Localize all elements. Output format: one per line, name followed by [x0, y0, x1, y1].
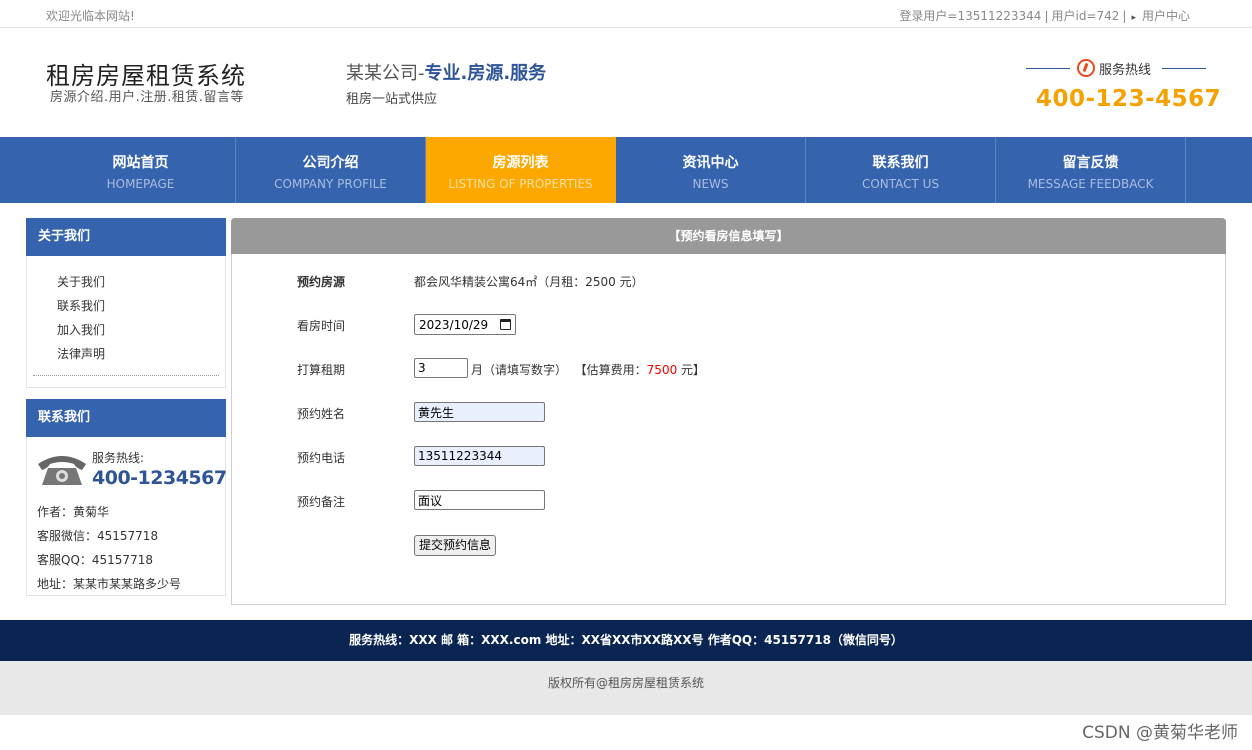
site-header: 租房房屋租赁系统 房源介绍.用户.注册.租赁.留言等 某某公司-专业.房源.服务… [0, 29, 1252, 137]
company-slogan: 某某公司-专业.房源.服务 [346, 59, 546, 85]
nav-item-label: 留言反馈 [1062, 155, 1119, 171]
nav-item-sublabel: CONTACT US [861, 177, 940, 191]
contact-box: 联系我们 服务热线: 400-1234567 作者：黄菊华 客服微信：45157… [26, 399, 227, 596]
about-link-join[interactable]: 加入我们 [33, 318, 219, 342]
date-label: 看房时间 [297, 319, 346, 333]
footer-copyright: 版权所有@租房房屋租赁系统 [0, 661, 1252, 715]
nav-item-sublabel: LISTING OF PROPERTIES [448, 177, 593, 191]
telephone-icon [38, 456, 86, 485]
booking-form-title: 【预约看房信息填写】 [231, 218, 1226, 254]
date-value: 2023/10/29 [419, 317, 489, 332]
welcome-text: 欢迎光临本网站! [46, 9, 135, 23]
property-value: 都会风华精装公寓64㎡（月租：2500 元） [414, 275, 644, 289]
hotline-label: 服务热线 [1026, 58, 1206, 78]
author-text: 作者：黄菊华 [37, 505, 110, 519]
divider-line [1162, 68, 1206, 69]
property-row: 预约房源 都会风华精装公寓64㎡（月租：2500 元） [232, 269, 1225, 293]
nav-item-sublabel: COMPANY PROFILE [274, 177, 387, 191]
nav-item-sublabel: HOMEPAGE [106, 177, 175, 191]
user-info: 登录用户=13511223344 | 用户id=742 | ▸ 用户中心 [899, 9, 1190, 23]
calendar-icon[interactable] [500, 319, 511, 330]
about-box: 关于我们 关于我们 联系我们 加入我们 法律声明 [26, 218, 226, 388]
chevron-right-icon: ▸ [1131, 13, 1136, 23]
about-link-legal[interactable]: 法律声明 [33, 342, 219, 366]
remark-label: 预约备注 [297, 495, 346, 509]
about-title: 关于我们 [26, 218, 226, 256]
name-input[interactable] [414, 402, 545, 422]
login-user-text: 登录用户=13511223344 [899, 9, 1042, 23]
slogan-prefix: 某某公司- [346, 63, 425, 84]
user-center-link[interactable]: 用户中心 [1142, 9, 1190, 23]
nav-item-listing[interactable]: 房源列表 LISTING OF PROPERTIES [426, 137, 616, 203]
nav-item-sublabel: MESSAGE FEEDBACK [1027, 177, 1154, 191]
nav-item-message-feedback[interactable]: 留言反馈 MESSAGE FEEDBACK [996, 137, 1186, 203]
viewing-date-input[interactable]: 2023/10/29 [414, 314, 516, 335]
phone-input[interactable] [414, 446, 545, 466]
months-row: 打算租期 月（请填写数字） 【估算费用：7500 元】 [232, 357, 1225, 381]
nav-item-news[interactable]: 资讯中心 NEWS [616, 137, 806, 203]
slogan-highlight: 专业.房源.服务 [424, 63, 547, 84]
divider-line [1026, 68, 1070, 69]
hotline-label-text: 服务热线 [1099, 63, 1152, 78]
phone-row: 预约电话 [232, 445, 1225, 469]
remark-row: 预约备注 [232, 489, 1225, 513]
main-nav: 网站首页 HOMEPAGE 公司介绍 COMPANY PROFILE 房源列表 LIS… [0, 137, 1252, 203]
wechat-text: 客服微信：45157718 [37, 529, 159, 543]
about-link-about[interactable]: 关于我们 [33, 270, 219, 294]
remark-input[interactable] [414, 490, 545, 510]
qq-text: 客服QQ：45157718 [37, 553, 153, 567]
about-link-contact[interactable]: 联系我们 [33, 294, 219, 318]
service-hotline-label: 服务热线: [92, 451, 145, 465]
estimate-value: 7500 [646, 363, 678, 377]
phone-icon [1077, 59, 1095, 77]
nav-item-label: 资讯中心 [682, 155, 739, 171]
nav-item-homepage[interactable]: 网站首页 HOMEPAGE [46, 137, 236, 203]
property-label: 预约房源 [297, 275, 346, 289]
name-row: 预约姓名 [232, 401, 1225, 425]
phone-label: 预约电话 [297, 451, 346, 465]
contact-title: 联系我们 [26, 399, 226, 437]
name-label: 预约姓名 [297, 407, 346, 421]
months-input[interactable] [414, 358, 468, 378]
estimate-suffix: 元】 [681, 363, 706, 377]
service-hotline-number: 400-1234567 [92, 467, 227, 489]
about-list: 关于我们 联系我们 加入我们 法律声明 [33, 256, 219, 376]
address-text: 地址：某某市某某路多少号 [37, 577, 182, 591]
hotline-number: 400-123-4567 [1036, 86, 1222, 112]
nav-item-sublabel: NEWS [692, 177, 729, 191]
booking-panel: 【预约看房信息填写】 预约房源 都会风华精装公寓64㎡（月租：2500 元） 看… [231, 218, 1226, 605]
date-row: 看房时间 2023/10/29 [232, 313, 1225, 337]
nav-item-company-profile[interactable]: 公司介绍 COMPANY PROFILE [236, 137, 426, 203]
submit-row: 提交预约信息 [232, 535, 1225, 559]
site-subtitle: 房源介绍.用户.注册.租赁.留言等 [50, 90, 245, 105]
top-bar: 欢迎光临本网站! 登录用户=13511223344 | 用户id=742 | ▸ 用户中心 [0, 0, 1252, 28]
slogan-subtitle: 租房一站式供应 [346, 92, 438, 107]
nav-item-label: 联系我们 [872, 155, 929, 171]
nav-item-label: 网站首页 [112, 155, 169, 171]
user-id-text: 用户id=742 [1051, 9, 1120, 23]
watermark: CSDN @黄菊华老师 [1082, 723, 1238, 743]
nav-item-label: 房源列表 [492, 155, 549, 171]
submit-booking-button[interactable]: 提交预约信息 [414, 535, 497, 556]
footer-contact: 服务热线：XXX 邮 箱：XXX.com 地址：XX省XX市XX路XX号 作者Q… [0, 620, 1252, 661]
nav-item-contact-us[interactable]: 联系我们 CONTACT US [806, 137, 996, 203]
nav-item-label: 公司介绍 [302, 155, 359, 171]
months-hint: 月（请填写数字） 【估算费用：7500 元】 [471, 361, 705, 378]
months-label: 打算租期 [297, 363, 346, 377]
estimate-prefix: 【估算费用： [574, 363, 647, 377]
months-hint-text: 月（请填写数字） [471, 363, 568, 377]
